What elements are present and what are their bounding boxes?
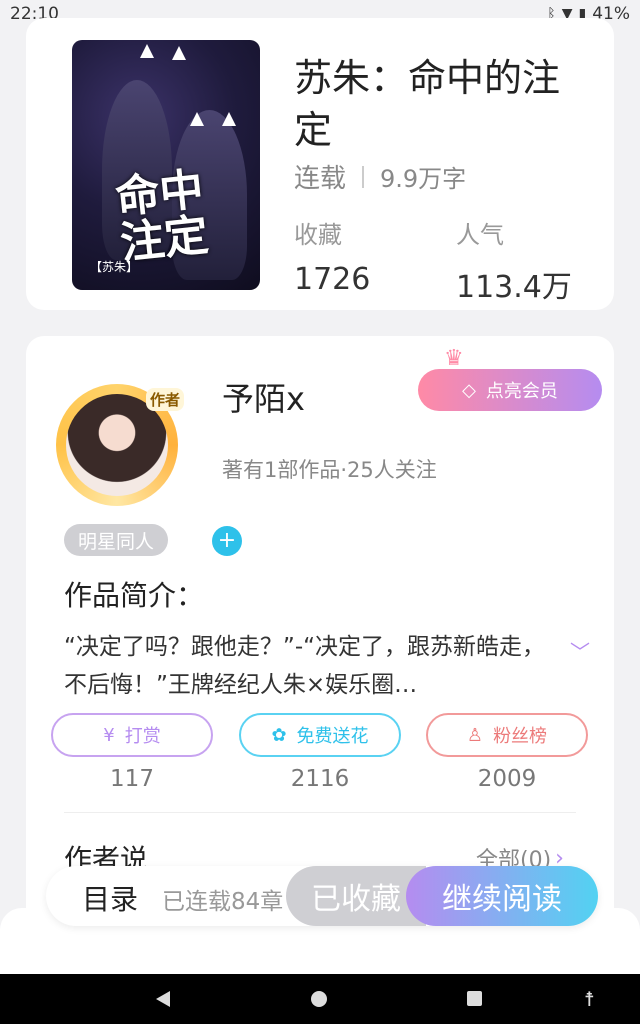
popularity-label: 人气 xyxy=(456,221,504,249)
word-count: 9.9万字 xyxy=(380,165,467,193)
diamond-icon: ◇ xyxy=(462,379,476,401)
fan-count: 2009 xyxy=(477,766,537,792)
reward-button[interactable]: ¥ 打赏 xyxy=(51,713,213,757)
book-status-row: 连载 9.9万字 xyxy=(294,158,466,195)
home-icon[interactable] xyxy=(311,991,327,1007)
person-icon: ♙ xyxy=(466,724,484,746)
bottom-action-bar: 目录 已连载84章 已收藏 继续阅读 xyxy=(46,866,598,926)
flower-icon: ✿ xyxy=(271,724,287,746)
send-flower-button[interactable]: ✿ 免费送花 xyxy=(239,713,401,757)
expand-chevron-icon[interactable]: ﹀ xyxy=(570,636,590,665)
intro-heading: 作品简介： xyxy=(64,579,205,612)
send-flower-label: 免费送花 xyxy=(296,726,369,747)
recents-icon[interactable] xyxy=(467,991,482,1006)
flower-count: 2116 xyxy=(290,766,350,792)
fan-ranking-button[interactable]: ♙ 粉丝榜 xyxy=(426,713,588,757)
cat-ear xyxy=(222,112,236,126)
add-tag-button[interactable]: + xyxy=(212,526,242,556)
author-avatar[interactable]: 作者 xyxy=(56,384,184,506)
book-card: 命中注定 【苏朱】 苏朱：命中的注定 连载 9.9万字 收藏 1726 人气 1… xyxy=(26,18,614,310)
favorites-value: 1726 xyxy=(294,262,371,297)
divider xyxy=(362,165,365,188)
back-icon[interactable] xyxy=(156,991,170,1007)
coin-icon: ¥ xyxy=(103,724,115,746)
popularity-value: 113.4万 xyxy=(456,270,572,305)
cover-title: 命中注定 xyxy=(113,163,211,270)
system-nav-bar: ☨ xyxy=(0,974,640,1024)
cat-ear xyxy=(172,46,186,60)
chapter-progress: 已连载84章 xyxy=(162,889,284,915)
favorites-label: 收藏 xyxy=(294,221,342,249)
book-title: 苏朱：命中的注定 xyxy=(294,56,561,152)
reward-label: 打赏 xyxy=(124,726,161,747)
cat-ear xyxy=(190,112,204,126)
author-badge: 作者 xyxy=(145,388,184,411)
crown-icon: ♛ xyxy=(444,346,464,371)
cover-subtitle: 【苏朱】 xyxy=(90,260,139,274)
fan-ranking-label: 粉丝榜 xyxy=(493,726,548,747)
cat-ear xyxy=(140,44,154,58)
continue-reading-button[interactable]: 继续阅读 xyxy=(406,866,598,926)
reward-count: 117 xyxy=(110,766,154,792)
book-cover[interactable]: 命中注定 【苏朱】 xyxy=(72,40,260,290)
genre-tag[interactable]: 明星同人 xyxy=(64,524,169,556)
intro-text: “决定了吗？跟他走？”-“决定了，跟苏新皓走，不后悔！”王牌经纪人朱×娱乐圈… xyxy=(64,634,546,698)
collected-button[interactable]: 已收藏 xyxy=(286,866,426,926)
author-name[interactable]: 予陌x xyxy=(222,374,305,420)
author-meta: 著有1部作品·25人关注 xyxy=(222,458,437,482)
vip-button[interactable]: ◇ 点亮会员 xyxy=(418,369,602,411)
serial-status: 连载 xyxy=(294,164,347,194)
accessibility-icon[interactable]: ☨ xyxy=(584,987,595,1011)
vip-label: 点亮会员 xyxy=(485,381,558,402)
toc-button[interactable]: 目录 xyxy=(82,878,138,918)
divider xyxy=(64,812,576,813)
